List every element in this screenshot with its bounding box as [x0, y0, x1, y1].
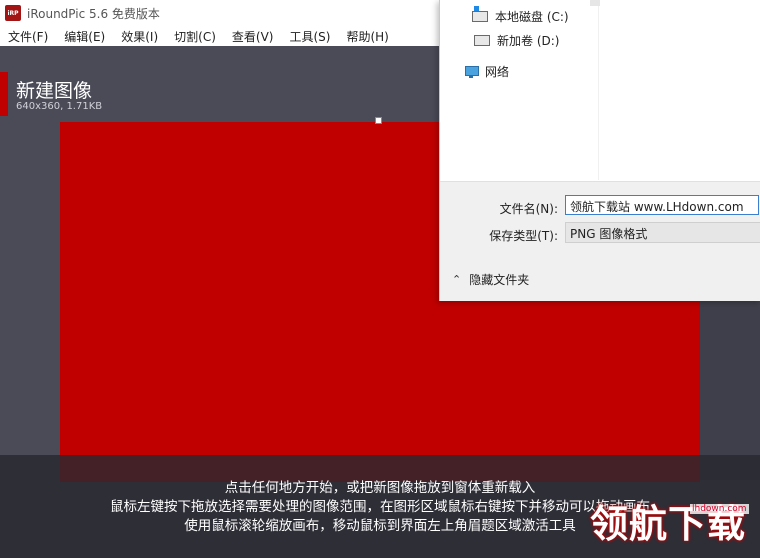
chevron-up-icon: ⌃ — [452, 273, 462, 286]
filetype-select[interactable]: PNG 图像格式 — [565, 222, 760, 243]
menu-cut[interactable]: 切割(C) — [166, 28, 224, 45]
menu-edit[interactable]: 编辑(E) — [56, 28, 113, 45]
menu-file[interactable]: 文件(F) — [0, 28, 56, 45]
document-accent-bar — [0, 72, 8, 116]
document-title: 新建图像 — [16, 80, 93, 102]
tree-item-label: 本地磁盘 (C:) — [495, 10, 569, 24]
menu-effects[interactable]: 效果(I) — [113, 28, 166, 45]
tree-item-drive-c[interactable]: 本地磁盘 (C:) — [472, 6, 569, 25]
menu-view[interactable]: 查看(V) — [224, 28, 282, 45]
tree-item-label: 新加卷 (D:) — [497, 34, 560, 48]
tree-item-network[interactable]: 网络 — [464, 63, 509, 80]
app-logo-icon: iRP — [5, 5, 21, 21]
tree-item-drive-d[interactable]: 新加卷 (D:) — [474, 32, 559, 49]
hide-folders-toggle[interactable]: ⌃ 隐藏文件夹 — [452, 271, 529, 288]
resize-handle[interactable] — [375, 117, 382, 124]
watermark-text: 领航下载 — [590, 502, 747, 546]
file-list-pane[interactable] — [598, 0, 760, 180]
tree-item-label: 网络 — [485, 65, 510, 79]
filetype-label: 保存类型(T): — [489, 229, 558, 243]
hide-folders-label: 隐藏文件夹 — [469, 273, 530, 287]
folder-tree: 本地磁盘 (C:) 新加卷 (D:) 网络 — [440, 0, 600, 180]
menu-help[interactable]: 帮助(H) — [338, 28, 396, 45]
drive-icon — [474, 35, 490, 46]
filename-label: 文件名(N): — [499, 202, 558, 216]
drive-icon — [472, 6, 488, 22]
save-dialog: 本地磁盘 (C:) 新加卷 (D:) 网络 文件名(N): 领航下载站 www.… — [439, 0, 760, 301]
document-info: 640x360, 1.71KB — [16, 101, 103, 112]
network-icon — [464, 65, 479, 78]
watermark-url: lhdown.com — [690, 504, 749, 514]
side-strip — [700, 280, 760, 480]
filename-input[interactable]: 领航下载站 www.LHdown.com — [565, 195, 759, 215]
scrollbar[interactable] — [590, 0, 600, 6]
app-title: iRoundPic 5.6 免费版本 — [27, 6, 160, 21]
menu-tools[interactable]: 工具(S) — [281, 28, 338, 45]
dialog-bottom-panel: 文件名(N): 领航下载站 www.LHdown.com 保存类型(T): PN… — [440, 181, 760, 301]
